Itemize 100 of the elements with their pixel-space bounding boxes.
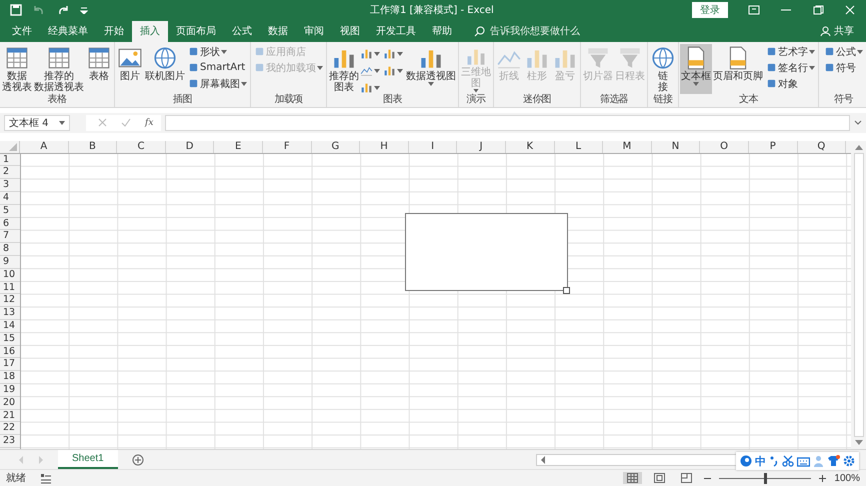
ribbon-button[interactable]: 联机图片 [144, 44, 186, 94]
ribbon-button[interactable]: SmartArt [186, 60, 249, 76]
row-header[interactable]: 20 [0, 396, 20, 410]
row-header[interactable]: 11 [0, 282, 20, 294]
column-header[interactable]: B [68, 140, 118, 153]
zoom-level[interactable]: 100% [834, 472, 860, 484]
ribbon-tab[interactable]: 公式 [224, 20, 260, 42]
row-header[interactable]: 8 [0, 243, 20, 256]
column-header[interactable]: Q [798, 140, 846, 153]
column-header[interactable]: G [312, 140, 360, 153]
column-header[interactable]: F [262, 140, 312, 153]
restore-icon[interactable] [812, 5, 824, 16]
row-header[interactable]: 19 [0, 384, 20, 397]
ribbon-button[interactable]: 数据 透视表 [1, 44, 33, 94]
check-icon[interactable] [121, 118, 131, 128]
row-header[interactable]: 2 [0, 166, 20, 180]
ribbon-button[interactable]: 形状 [186, 44, 249, 60]
row-header[interactable]: 17 [0, 358, 20, 372]
ribbon-tab[interactable]: 经典菜单 [40, 20, 96, 42]
ribbon-button[interactable]: 公式 [822, 44, 865, 60]
row-header[interactable]: 4 [0, 192, 20, 205]
name-box[interactable]: 文本框 4 [4, 114, 70, 131]
scroll-left-icon[interactable] [540, 456, 546, 464]
input-mode[interactable]: 中 [755, 454, 766, 468]
column-header[interactable]: L [554, 140, 604, 153]
ribbon-tab[interactable]: 帮助 [424, 20, 460, 42]
cell-grid[interactable] [21, 154, 851, 450]
row-header[interactable]: 3 [0, 179, 20, 192]
sheet-tab[interactable]: Sheet1 [58, 450, 118, 470]
ribbon-tab[interactable]: 视图 [332, 20, 368, 42]
ribbon-button[interactable]: 页眉和页脚 [712, 44, 764, 94]
ribbon-button[interactable]: 表格 [85, 44, 113, 94]
row-header[interactable]: 15 [0, 332, 20, 346]
scroll-up-icon[interactable] [854, 144, 862, 150]
text-box-shape[interactable] [405, 212, 568, 291]
scissors-icon[interactable] [782, 455, 794, 467]
ribbon-button[interactable]: 数据透视图 [405, 44, 457, 94]
close-icon[interactable] [844, 5, 856, 16]
ribbon-button[interactable]: 对象 [764, 76, 817, 92]
tell-me-field[interactable]: 告诉我你想要做什么 [490, 24, 580, 38]
column-header[interactable]: C [117, 140, 166, 153]
redo-icon[interactable] [56, 5, 70, 16]
column-header[interactable]: J [457, 140, 506, 153]
ribbon-button[interactable]: 推荐的 数据透视表 [33, 44, 85, 94]
zoom-in-icon[interactable] [819, 474, 826, 482]
login-button[interactable]: 登录 [692, 2, 728, 18]
share-button[interactable]: 共享 [834, 24, 854, 38]
macro-record-icon[interactable] [40, 472, 52, 484]
column-header[interactable]: I [408, 140, 458, 153]
ribbon-button[interactable]: 屏幕截图 [186, 76, 249, 92]
column-header[interactable]: K [506, 140, 555, 153]
row-header[interactable]: 14 [0, 320, 20, 333]
column-header[interactable]: N [652, 140, 700, 153]
ribbon-tab[interactable]: 文件 [4, 20, 40, 42]
customize-icon[interactable] [80, 6, 88, 14]
save-icon[interactable] [10, 4, 22, 16]
settings-icon[interactable] [843, 455, 855, 467]
column-header[interactable]: P [748, 140, 798, 153]
row-header[interactable]: 12 [0, 294, 20, 308]
scrollbar-thumb[interactable] [854, 152, 864, 438]
row-header[interactable]: 1 [0, 154, 20, 166]
row-header[interactable]: 16 [0, 346, 20, 358]
row-header[interactable]: 22 [0, 422, 20, 436]
ribbon-tab[interactable]: 审阅 [296, 20, 332, 42]
row-header[interactable]: 18 [0, 371, 20, 384]
column-header[interactable]: E [214, 140, 263, 153]
ribbon-display-icon[interactable] [748, 5, 760, 16]
column-header[interactable]: D [166, 140, 214, 153]
row-header[interactable]: 7 [0, 230, 20, 244]
ribbon-button[interactable]: 图片 [116, 44, 144, 94]
resize-handle[interactable] [563, 286, 570, 294]
row-header[interactable]: 5 [0, 204, 20, 218]
scroll-down-icon[interactable] [854, 440, 862, 446]
ribbon-tab[interactable]: 插入 [132, 20, 168, 42]
ribbon-button[interactable]: 链 接 [649, 44, 677, 94]
row-header[interactable]: 6 [0, 218, 20, 230]
ribbon-button[interactable]: 签名行 [764, 60, 817, 76]
row-header[interactable]: 23 [0, 435, 20, 448]
row-header[interactable]: 21 [0, 410, 20, 422]
punctuation-icon[interactable] [769, 455, 779, 467]
ribbon-tab[interactable]: 开始 [96, 20, 132, 42]
row-header[interactable]: 10 [0, 268, 20, 282]
column-header[interactable]: A [20, 140, 69, 153]
column-header[interactable]: M [603, 140, 652, 153]
ribbon-tab[interactable]: 数据 [260, 20, 296, 42]
insert-function-button[interactable]: fx [145, 118, 154, 128]
shirt-icon[interactable] [827, 455, 840, 467]
keyboard-icon[interactable] [797, 456, 810, 466]
ribbon-button[interactable]: 文本框 [680, 44, 712, 94]
formula-input[interactable] [165, 114, 850, 131]
expand-icon[interactable] [854, 120, 862, 126]
ribbon-tab[interactable]: 页面布局 [168, 20, 224, 42]
column-header[interactable]: O [700, 140, 749, 153]
view-button[interactable] [623, 472, 642, 484]
ribbon-tab[interactable]: 开发工具 [368, 20, 424, 42]
logo-icon[interactable] [740, 455, 752, 467]
row-header[interactable]: 13 [0, 307, 20, 320]
ribbon-button[interactable]: 推荐的 图表 [328, 44, 360, 94]
ribbon-button[interactable]: 艺术字 [764, 44, 817, 60]
ribbon-button[interactable]: 符号 [822, 60, 865, 76]
